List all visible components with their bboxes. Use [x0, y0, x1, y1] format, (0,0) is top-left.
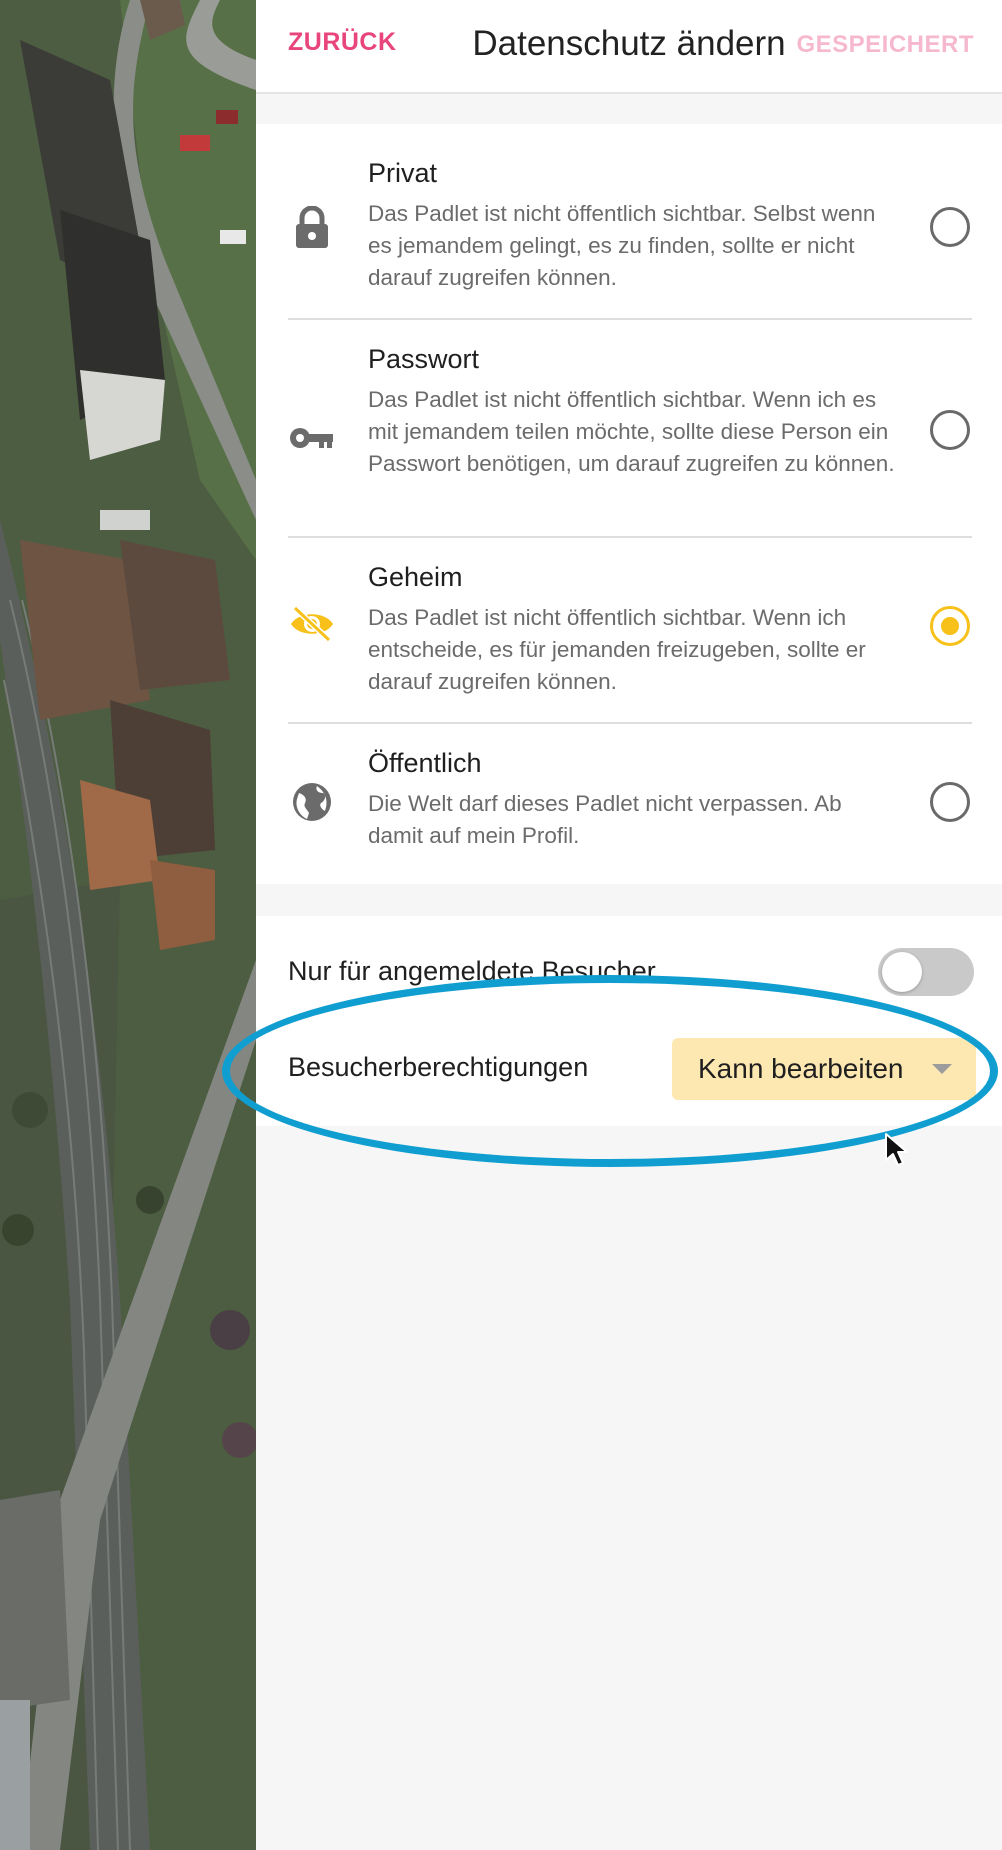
- radio-secret[interactable]: [930, 606, 970, 646]
- panel-header: ZURÜCK Datenschutz ändern GESPEICHERT: [256, 0, 1002, 94]
- privacy-option-secret[interactable]: Geheim Das Padlet ist nicht öffentlich s…: [288, 536, 972, 724]
- caret-down-icon: [932, 1064, 952, 1074]
- option-title: Öffentlich: [368, 748, 482, 778]
- privacy-option-password[interactable]: Passwort Das Padlet ist nicht öffentlich…: [288, 318, 972, 538]
- saved-button: GESPEICHERT: [796, 31, 974, 58]
- eye-off-icon: [288, 600, 336, 648]
- permissions-selected-value: Kann bearbeiten: [698, 1053, 904, 1084]
- visitor-permissions-select[interactable]: Kann bearbeiten: [672, 1038, 976, 1100]
- option-title: Geheim: [368, 562, 463, 592]
- option-description: Das Padlet ist nicht öffentlich sichtbar…: [368, 605, 866, 694]
- login-only-label: Nur für angemeldete Besucher: [288, 956, 656, 986]
- privacy-option-public[interactable]: Öffentlich Die Welt darf dieses Padlet n…: [288, 722, 972, 884]
- aerial-map-background: [0, 0, 256, 1850]
- privacy-settings-panel: ZURÜCK Datenschutz ändern GESPEICHERT Pr…: [256, 0, 1002, 1850]
- visitor-settings-card: Nur für angemeldete Besucher Besucherber…: [256, 916, 1002, 1126]
- visitor-permissions-label: Besucherberechtigungen: [288, 1052, 589, 1082]
- option-description: Die Welt darf dieses Padlet nicht verpas…: [368, 791, 842, 848]
- option-title: Privat: [368, 158, 438, 188]
- key-icon: [288, 414, 336, 462]
- radio-password[interactable]: [930, 410, 970, 450]
- privacy-options-card: Privat Das Padlet ist nicht öffentlich s…: [256, 124, 1002, 884]
- radio-public[interactable]: [930, 782, 970, 822]
- option-description: Das Padlet ist nicht öffentlich sichtbar…: [368, 201, 876, 290]
- option-title: Passwort: [368, 344, 480, 374]
- lock-icon: [288, 204, 336, 252]
- toggle-knob: [882, 952, 922, 992]
- radio-private[interactable]: [930, 207, 970, 247]
- globe-icon: [288, 778, 336, 826]
- option-description: Das Padlet ist nicht öffentlich sichtbar…: [368, 387, 895, 476]
- aerial-map-image: [0, 0, 256, 1850]
- privacy-option-private[interactable]: Privat Das Padlet ist nicht öffentlich s…: [288, 124, 972, 320]
- login-only-toggle[interactable]: [878, 948, 974, 996]
